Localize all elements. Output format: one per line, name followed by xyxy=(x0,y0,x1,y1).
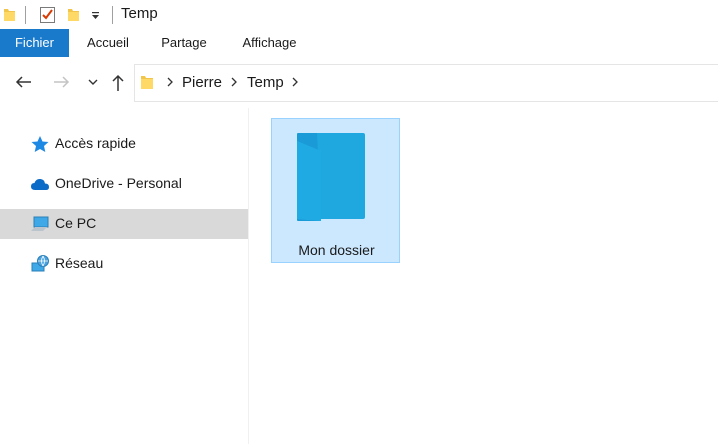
navigation-pane: Accès rapide OneDrive - Personal Ce PC R… xyxy=(0,108,249,444)
computer-icon xyxy=(31,216,49,231)
title-bar: Temp xyxy=(0,0,718,29)
folder-icon xyxy=(141,76,153,89)
recent-locations-chevron-icon[interactable] xyxy=(87,77,99,87)
sidebar-item-onedrive[interactable]: OneDrive - Personal xyxy=(0,169,248,199)
forward-arrow-icon[interactable] xyxy=(50,71,72,93)
tab-accueil[interactable]: Accueil xyxy=(77,29,139,57)
network-icon xyxy=(31,255,49,272)
breadcrumb-chevron-icon[interactable] xyxy=(290,75,300,89)
new-folder-icon[interactable] xyxy=(67,7,80,22)
breadcrumb-chevron-icon[interactable] xyxy=(229,75,239,89)
window-title: Temp xyxy=(121,5,158,22)
star-icon xyxy=(31,136,49,152)
breadcrumb-temp[interactable]: Temp xyxy=(247,74,284,91)
tab-fichier[interactable]: Fichier xyxy=(0,29,69,57)
folder-icon xyxy=(297,133,365,221)
sidebar-item-acces-rapide[interactable]: Accès rapide xyxy=(0,129,248,159)
breadcrumb-chevron-icon[interactable] xyxy=(165,75,175,89)
folder-tile[interactable]: Mon dossier xyxy=(271,118,400,263)
customize-qat-icon[interactable] xyxy=(91,10,100,20)
sidebar-item-label: OneDrive - Personal xyxy=(55,175,182,191)
tab-affichage[interactable]: Affichage xyxy=(232,29,307,57)
address-bar[interactable]: Pierre Temp xyxy=(134,64,718,102)
sidebar-item-reseau[interactable]: Réseau xyxy=(0,249,248,279)
tab-partage[interactable]: Partage xyxy=(152,29,216,57)
sidebar-item-ce-pc[interactable]: Ce PC xyxy=(0,209,248,239)
cloud-icon xyxy=(31,178,49,190)
folder-label: Mon dossier xyxy=(298,242,375,258)
up-arrow-icon[interactable] xyxy=(107,72,129,94)
breadcrumb-pierre[interactable]: Pierre xyxy=(182,74,222,91)
sidebar-item-label: Ce PC xyxy=(55,215,97,231)
ribbon-tabs: Fichier Accueil Partage Affichage xyxy=(0,29,718,59)
file-list: Mon dossier xyxy=(249,108,718,444)
title-separator xyxy=(112,6,113,24)
properties-icon[interactable] xyxy=(39,6,56,24)
navigation-bar: Pierre Temp xyxy=(0,58,718,108)
sidebar-item-label: Réseau xyxy=(55,255,104,271)
quick-access-separator xyxy=(25,6,26,24)
sidebar-item-label: Accès rapide xyxy=(55,135,136,151)
folder-icon[interactable] xyxy=(3,7,16,22)
back-arrow-icon[interactable] xyxy=(13,71,35,93)
